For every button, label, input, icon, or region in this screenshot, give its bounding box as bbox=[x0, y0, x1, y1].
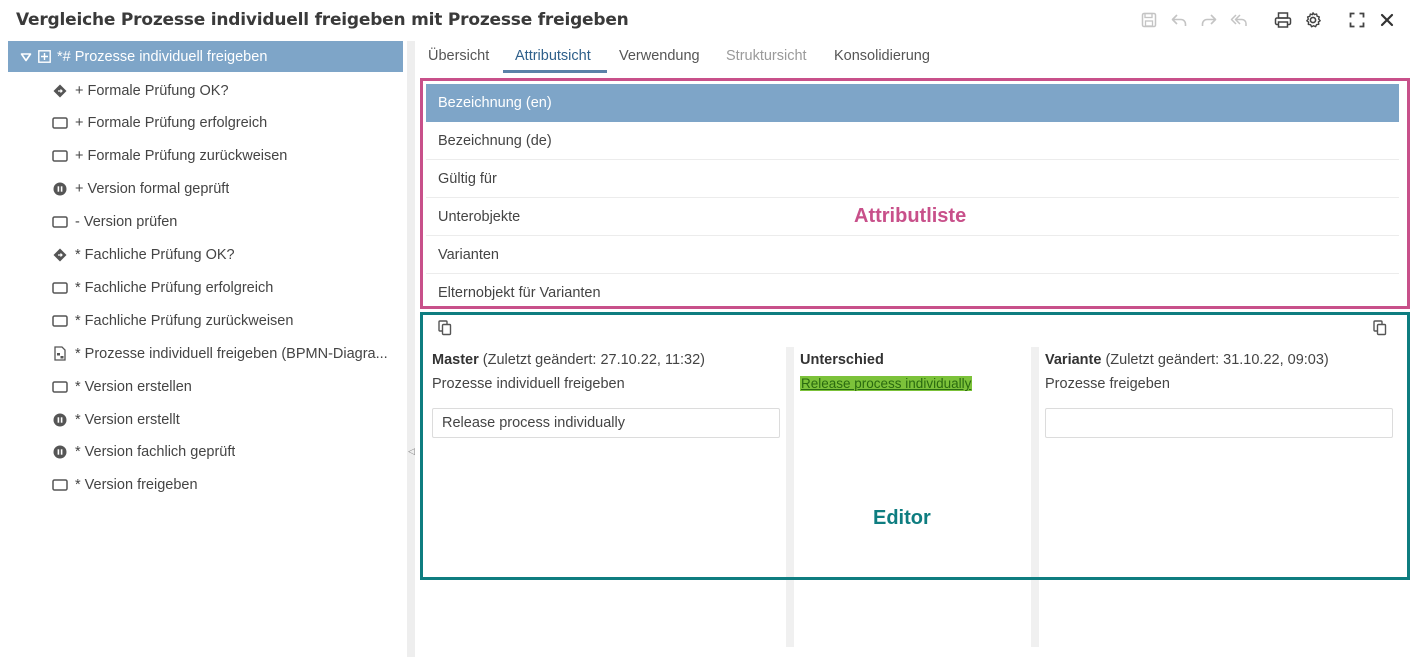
difference-title: Unterschied bbox=[800, 352, 884, 368]
task-icon bbox=[52, 313, 68, 329]
task-icon bbox=[52, 115, 68, 131]
master-changed: (Zuletzt geändert: 27.10.22, 11:32) bbox=[482, 352, 705, 368]
tree-item-label: - Version prüfen bbox=[75, 214, 178, 231]
compare-dialog: Vergleiche Prozesse individuell freigebe… bbox=[0, 0, 1417, 665]
tree-item[interactable]: * Version fachlich geprüft bbox=[8, 436, 403, 469]
attribute-label: Unterobjekte bbox=[438, 208, 521, 225]
column-divider bbox=[786, 347, 794, 647]
master-name: Prozesse individuell freigeben bbox=[432, 376, 625, 392]
tree-item-label: * Prozesse individuell freigeben (BPMN-D… bbox=[75, 345, 388, 362]
tree-item-label: * Version fachlich geprüft bbox=[75, 444, 236, 461]
variant-changed: (Zuletzt geändert: 31.10.22, 09:03) bbox=[1105, 352, 1329, 368]
task-icon bbox=[52, 148, 68, 164]
attribute-row[interactable]: Bezeichnung (en) bbox=[426, 84, 1399, 122]
subprocess-icon bbox=[38, 50, 51, 63]
master-header: Master (Zuletzt geändert: 27.10.22, 11:3… bbox=[432, 352, 705, 368]
copy-icon[interactable] bbox=[438, 320, 452, 336]
object-tree: *# Prozesse individuell freigeben + Form… bbox=[8, 41, 403, 501]
task-icon bbox=[52, 214, 68, 230]
tab-bar: Übersicht Attributsicht Verwendung Struk… bbox=[416, 41, 1416, 73]
tree-item[interactable]: + Formale Prüfung OK? bbox=[8, 74, 403, 107]
attribute-list: Bezeichnung (en) Bezeichnung (de) Gültig… bbox=[426, 84, 1399, 306]
collapse-arrow-icon[interactable]: ◁ bbox=[408, 446, 415, 457]
master-column: Master (Zuletzt geändert: 27.10.22, 11:3… bbox=[432, 352, 705, 392]
tree-item[interactable]: + Version formal geprüft bbox=[8, 173, 403, 206]
master-title: Master bbox=[432, 352, 479, 368]
attribute-label: Gültig für bbox=[438, 170, 497, 187]
toolbar bbox=[1131, 9, 1399, 31]
attribute-list-annotation: Attributliste bbox=[854, 205, 967, 227]
event-icon bbox=[52, 181, 68, 197]
fullscreen-icon[interactable] bbox=[1345, 9, 1369, 31]
tree-item-label: + Formale Prüfung zurückweisen bbox=[75, 148, 288, 165]
tree-item[interactable]: * Fachliche Prüfung zurückweisen bbox=[8, 304, 403, 337]
redo-icon[interactable] bbox=[1197, 9, 1221, 31]
close-icon[interactable] bbox=[1375, 9, 1399, 31]
variant-header: Variante (Zuletzt geändert: 31.10.22, 09… bbox=[1045, 352, 1329, 368]
reply-all-icon[interactable] bbox=[1227, 9, 1251, 31]
title-bar: Vergleiche Prozesse individuell freigebe… bbox=[0, 0, 1417, 40]
undo-icon[interactable] bbox=[1167, 9, 1191, 31]
tree-root-label: *# Prozesse individuell freigeben bbox=[57, 48, 268, 65]
attribute-label: Varianten bbox=[438, 246, 499, 263]
attribute-row[interactable]: Bezeichnung (de) bbox=[426, 122, 1399, 160]
tab-attributsicht[interactable]: Attributsicht bbox=[515, 48, 591, 64]
gateway-icon bbox=[52, 83, 68, 99]
gear-icon[interactable] bbox=[1301, 9, 1325, 31]
tree-item-label: + Formale Prüfung OK? bbox=[75, 82, 229, 99]
tree-item-label: * Fachliche Prüfung OK? bbox=[75, 247, 235, 263]
tree-item-label: + Formale Prüfung erfolgreich bbox=[75, 115, 268, 132]
task-icon bbox=[52, 379, 68, 395]
tree-item[interactable]: * Prozesse individuell freigeben (BPMN-D… bbox=[8, 337, 403, 370]
print-icon[interactable] bbox=[1271, 9, 1295, 31]
tree-item-label: * Fachliche Prüfung zurückweisen bbox=[75, 312, 294, 329]
tree-item[interactable]: * Version freigeben bbox=[8, 469, 403, 502]
attribute-label: Elternobjekt für Varianten bbox=[438, 284, 601, 301]
variant-name: Prozesse freigeben bbox=[1045, 376, 1170, 392]
difference-value[interactable]: Release process individually bbox=[800, 376, 973, 391]
tree-root-item[interactable]: *# Prozesse individuell freigeben bbox=[8, 41, 403, 72]
tab-struktursicht: Struktursicht bbox=[726, 48, 807, 64]
tree-item-label: * Version freigeben bbox=[75, 477, 198, 494]
panel-splitter[interactable]: ◁ bbox=[407, 41, 415, 657]
tab-konsolidierung[interactable]: Konsolidierung bbox=[834, 48, 930, 64]
master-value-field[interactable]: Release process individually bbox=[432, 408, 780, 438]
attribute-row[interactable]: Elternobjekt für Varianten bbox=[426, 274, 1399, 306]
diagram-icon bbox=[52, 346, 68, 362]
active-tab-indicator bbox=[503, 70, 607, 73]
dialog-title: Vergleiche Prozesse individuell freigebe… bbox=[16, 10, 629, 30]
tree-item[interactable]: + Formale Prüfung erfolgreich bbox=[8, 107, 403, 140]
copy-icon[interactable] bbox=[1373, 320, 1387, 336]
difference-header: Unterschied bbox=[800, 352, 972, 368]
column-divider bbox=[1031, 347, 1039, 647]
attribute-label: Bezeichnung (en) bbox=[438, 95, 552, 111]
tree-item-label: * Fachliche Prüfung erfolgreich bbox=[75, 279, 274, 296]
attribute-row[interactable]: Gültig für bbox=[426, 160, 1399, 198]
attribute-row[interactable]: Varianten bbox=[426, 236, 1399, 274]
tree-item[interactable]: + Formale Prüfung zurückweisen bbox=[8, 140, 403, 173]
tree-item[interactable]: - Version prüfen bbox=[8, 206, 403, 239]
difference-column: Unterschied Release process individually bbox=[800, 352, 973, 393]
variant-value-field[interactable] bbox=[1045, 408, 1393, 438]
event-icon bbox=[52, 412, 68, 428]
save-icon[interactable] bbox=[1137, 9, 1161, 31]
variant-title: Variante bbox=[1045, 352, 1102, 368]
variant-column: Variante (Zuletzt geändert: 31.10.22, 09… bbox=[1045, 352, 1329, 392]
tree-item[interactable]: * Fachliche Prüfung OK? bbox=[8, 239, 403, 272]
attribute-label: Bezeichnung (de) bbox=[438, 132, 552, 149]
tree-item[interactable]: * Version erstellen bbox=[8, 370, 403, 403]
tree-item[interactable]: * Version erstellt bbox=[8, 403, 403, 436]
task-icon bbox=[52, 280, 68, 296]
tree-item-label: * Version erstellen bbox=[75, 378, 192, 395]
task-icon bbox=[52, 477, 68, 493]
gateway-icon bbox=[52, 247, 68, 263]
tree-item-label: * Version erstellt bbox=[75, 411, 180, 428]
editor-annotation: Editor bbox=[873, 507, 931, 529]
event-icon bbox=[52, 444, 68, 460]
tab-uebersicht[interactable]: Übersicht bbox=[428, 48, 489, 64]
caret-down-icon[interactable] bbox=[20, 51, 32, 63]
tree-item-label: + Version formal geprüft bbox=[75, 181, 230, 198]
tree-item[interactable]: * Fachliche Prüfung erfolgreich bbox=[8, 271, 403, 304]
tab-verwendung[interactable]: Verwendung bbox=[619, 48, 700, 64]
